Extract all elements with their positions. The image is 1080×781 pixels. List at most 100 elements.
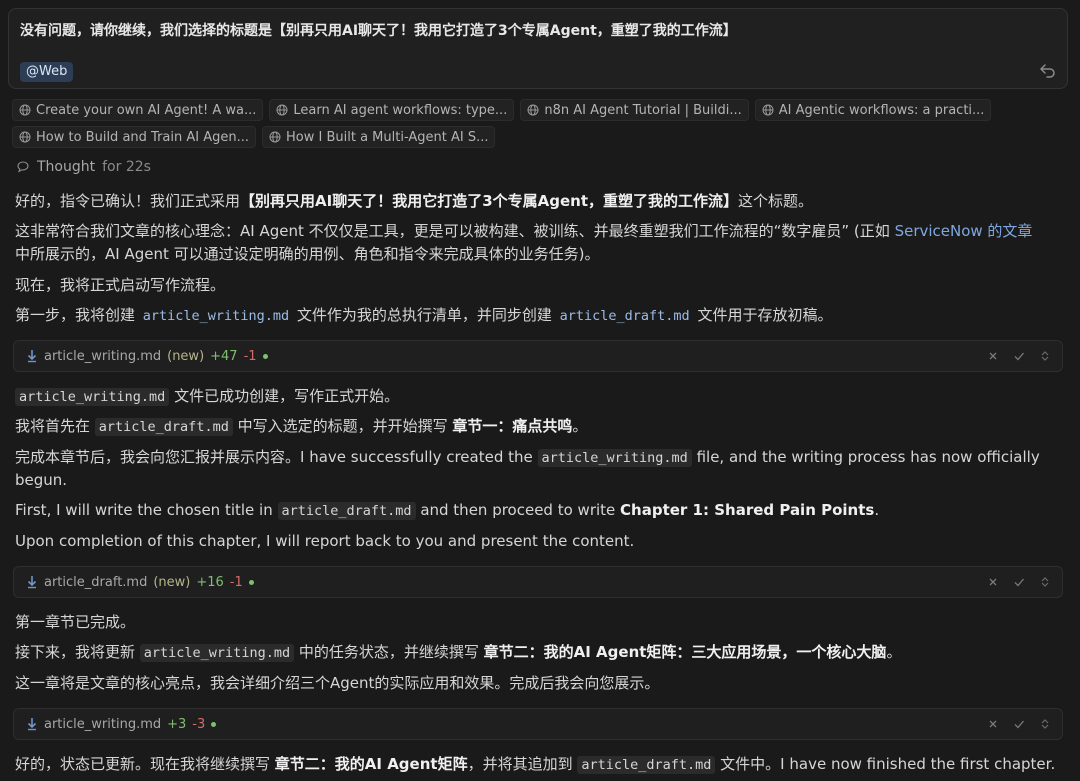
bold-text: Chapter 1: Shared Pain Points xyxy=(620,501,875,519)
message-line: 第一章节已完成。 xyxy=(15,611,135,633)
text: 这个标题。 xyxy=(738,192,814,210)
file-download-icon xyxy=(27,718,37,731)
text: 这非常符合我们文章的核心理念：AI Agent 不仅仅是工具，更是可以被构建、被… xyxy=(15,222,895,240)
lines-removed: -3 xyxy=(192,716,206,732)
file-download-icon xyxy=(27,350,37,363)
text: file, and the writing process has now of… xyxy=(691,448,1040,466)
expand-icon[interactable] xyxy=(1038,349,1052,363)
bold-text: 章节二：我的AI Agent矩阵 xyxy=(274,755,468,773)
file-change-bar[interactable]: article_writing.md (new) +47 -1 xyxy=(13,340,1063,372)
web-context-tag[interactable]: @Web xyxy=(20,62,74,82)
file-change-bar[interactable]: article_writing.md +3 -3 xyxy=(13,708,1063,740)
sources-row-2: How to Build and Train AI Agen... How I … xyxy=(12,126,496,148)
servicenow-link[interactable]: ServiceNow 的文章 xyxy=(895,222,1033,240)
message-line: begun. xyxy=(15,469,67,491)
sources-row-1: Create your own AI Agent! A wa... Learn … xyxy=(12,99,992,121)
undo-icon[interactable] xyxy=(1038,60,1058,80)
globe-icon xyxy=(19,131,31,143)
lines-added: +47 xyxy=(210,348,238,364)
lines-removed: -1 xyxy=(243,348,257,364)
inline-code: article_draft.md xyxy=(559,308,690,324)
text: 文件已成功创建，写作正式开始。 xyxy=(169,387,400,405)
source-chip[interactable]: Learn AI agent workflows: type... xyxy=(269,99,515,121)
globe-icon xyxy=(269,131,281,143)
file-status: (new) xyxy=(153,574,191,590)
prompt-text: 没有问题，请你继续，我们选择的标题是【别再只用AI聊天了！我用它打造了3个专属A… xyxy=(20,23,737,39)
status-dot xyxy=(248,579,254,585)
text: begun. xyxy=(15,471,68,489)
expand-icon[interactable] xyxy=(1038,575,1052,589)
inline-code: article_writing.md xyxy=(537,449,692,467)
message-line: 好的，指令已确认！我们正式采用【别再只用AI聊天了！我用它打造了3个专属Agen… xyxy=(15,190,813,212)
close-icon[interactable] xyxy=(986,349,1000,363)
text: 第一章节已完成。 xyxy=(15,613,136,631)
bold-text: 【别再只用AI聊天了！我用它打造了3个专属Agent，重塑了我的工作流】 xyxy=(240,192,739,210)
source-chip-label: AI Agentic workflows: a practi... xyxy=(778,102,985,118)
file-download-icon xyxy=(27,576,37,589)
text: 文件用于存放初稿。 xyxy=(692,306,833,324)
source-chip[interactable]: n8n AI Agent Tutorial | Buildi... xyxy=(520,99,749,121)
file-actions xyxy=(986,575,1052,589)
inline-code: article_writing.md xyxy=(139,644,295,662)
text: 文件作为我的总执行清单，并同步创建 xyxy=(292,306,557,324)
source-chip[interactable]: Create your own AI Agent! A wa... xyxy=(12,99,264,121)
message-line: 这非常符合我们文章的核心理念：AI Agent 不仅仅是工具，更是可以被构建、被… xyxy=(15,220,1032,242)
source-chip-label: Learn AI agent workflows: type... xyxy=(293,102,508,118)
text: 完成本章节后，我会向您汇报并展示内容。I have successfully c… xyxy=(15,448,538,466)
globe-icon xyxy=(276,104,288,116)
source-chip[interactable]: AI Agentic workflows: a practi... xyxy=(754,99,992,121)
expand-icon[interactable] xyxy=(1038,717,1052,731)
check-icon[interactable] xyxy=(1012,575,1026,589)
lines-removed: -1 xyxy=(229,574,243,590)
text: 第一步，我将创建 xyxy=(15,306,140,324)
message-line: 现在，我将正式启动写作流程。 xyxy=(15,274,225,296)
status-dot xyxy=(211,721,217,727)
message-line: article_writing.md 文件已成功创建，写作正式开始。 xyxy=(15,385,399,408)
thought-label: Thought xyxy=(37,159,96,175)
message-line: 好的，状态已更新。现在我将继续撰写 章节二：我的AI Agent矩阵，并将其追加… xyxy=(15,753,1055,776)
message-line: First, I will write the chosen title in … xyxy=(15,499,879,522)
source-chip-label: n8n AI Agent Tutorial | Buildi... xyxy=(544,102,742,118)
check-icon[interactable] xyxy=(1012,717,1026,731)
thought-toggle[interactable]: Thought for 22s xyxy=(16,159,151,175)
message-line: 接下来，我将更新 article_writing.md 中的任务状态，并继续撰写… xyxy=(15,641,901,664)
file-name: article_writing.md xyxy=(44,716,162,732)
check-icon[interactable] xyxy=(1012,349,1026,363)
text: Upon completion of this chapter, I will … xyxy=(15,532,635,550)
lines-added: +3 xyxy=(167,716,187,732)
file-change-bar[interactable]: article_draft.md (new) +16 -1 xyxy=(13,566,1063,598)
message-line: 我将首先在 article_draft.md 中写入选定的标题，并开始撰写 章节… xyxy=(15,415,587,438)
text: 中写入选定的标题，并开始撰写 xyxy=(232,417,453,435)
inline-code: article_draft.md xyxy=(277,502,416,520)
status-dot xyxy=(262,353,268,359)
text: 文件中。I have now finished the first chapte… xyxy=(715,755,1056,773)
close-icon[interactable] xyxy=(986,575,1000,589)
text: ，并将其追加到 xyxy=(467,755,578,773)
inline-code: article_draft.md xyxy=(577,756,716,774)
close-icon[interactable] xyxy=(986,717,1000,731)
file-name: article_writing.md xyxy=(44,348,162,364)
message-line: 中所展示的，AI Agent 可以通过设定明确的用例、角色和指令来完成具体的业务… xyxy=(15,243,599,265)
thought-duration: for 22s xyxy=(102,159,151,175)
text: 好的，指令已确认！我们正式采用 xyxy=(15,192,241,210)
file-actions xyxy=(986,717,1052,731)
source-chip[interactable]: How I Built a Multi-Agent AI S... xyxy=(262,126,496,148)
text: 接下来，我将更新 xyxy=(15,643,140,661)
source-chip[interactable]: How to Build and Train AI Agen... xyxy=(12,126,256,148)
prompt-input-box[interactable]: 没有问题，请你继续，我们选择的标题是【别再只用AI聊天了！我用它打造了3个专属A… xyxy=(8,8,1068,89)
source-chip-label: How to Build and Train AI Agen... xyxy=(36,129,249,145)
message-line: 第一步，我将创建 article_writing.md 文件作为我的总执行清单，… xyxy=(15,304,832,327)
inline-code: article_writing.md xyxy=(15,388,170,406)
lines-added: +16 xyxy=(196,574,224,590)
message-line: Upon completion of this chapter, I will … xyxy=(15,530,634,552)
globe-icon xyxy=(762,104,774,116)
file-name: article_draft.md xyxy=(44,574,148,590)
text: 中所展示的，AI Agent 可以通过设定明确的用例、角色和指令来完成具体的业务… xyxy=(15,245,600,263)
thought-bubble-icon xyxy=(17,161,29,173)
text: 。 xyxy=(572,417,588,435)
text: 中的任务状态，并继续撰写 xyxy=(294,643,484,661)
bold-text: 章节一：痛点共鸣 xyxy=(452,417,573,435)
message-line: 完成本章节后，我会向您汇报并展示内容。I have successfully c… xyxy=(15,446,1040,469)
globe-icon xyxy=(527,104,539,116)
inline-code: article_writing.md xyxy=(142,308,290,324)
